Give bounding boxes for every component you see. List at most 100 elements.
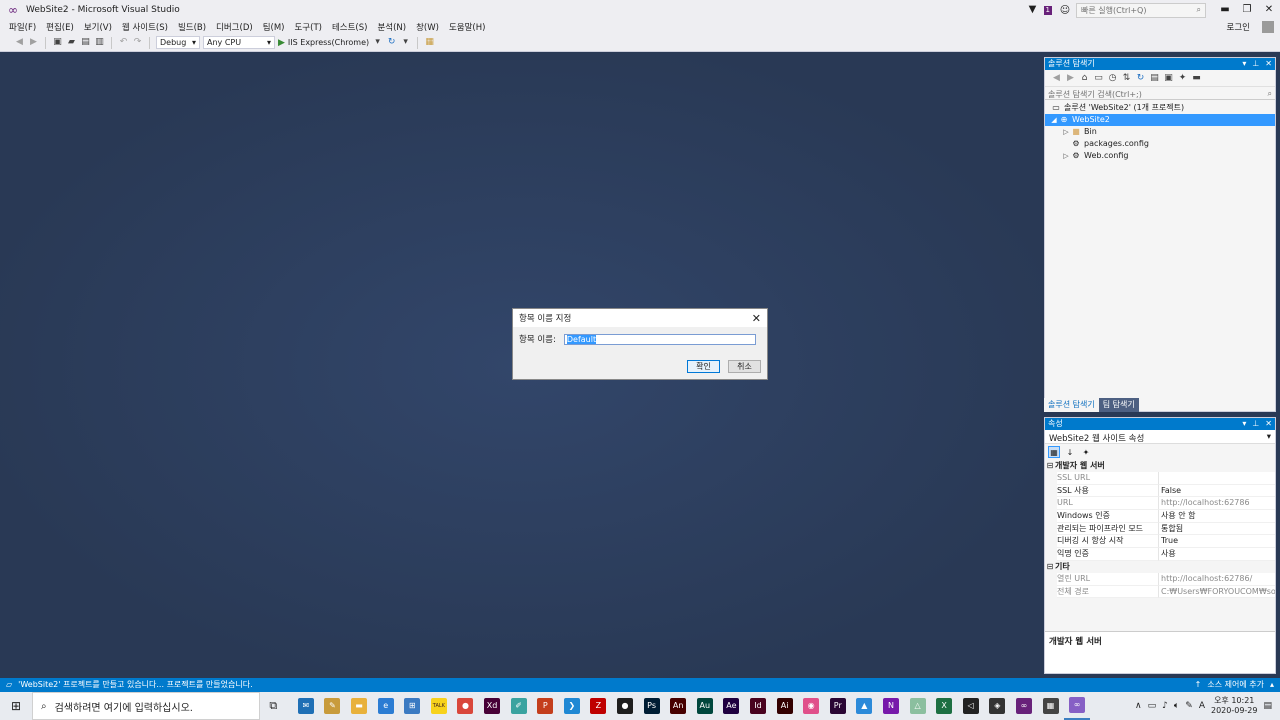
mail-app-icon[interactable]: ✉ [293,692,320,720]
collapse-category-icon[interactable]: ⊟ [1045,561,1055,573]
windows-start-icon[interactable]: ⊞ [0,692,32,720]
sign-in-link[interactable]: 로그인 [1227,21,1250,33]
restore-button[interactable]: ❐ [1236,0,1258,20]
forward-icon[interactable]: ▶ [28,37,39,48]
item-name-input[interactable]: Default [563,333,756,345]
property-category-dev-server[interactable]: ⊟ 개발자 웹 서버 [1045,460,1275,472]
menu-debug[interactable]: 디버그(D) [211,21,258,33]
new-project-icon[interactable]: ▣ [52,37,63,48]
notification-badge[interactable]: 1 [1043,5,1052,15]
comment-icon[interactable]: ▦ [424,37,435,48]
refresh-icon[interactable]: ↻ [1135,73,1146,84]
alphabetical-icon[interactable]: ↓ [1064,446,1076,458]
powerpoint-app-icon[interactable]: P [532,692,559,720]
premiere-app-icon[interactable]: Pr [824,692,851,720]
start-debugging-icon[interactable]: ▶ [278,38,285,48]
clock[interactable]: 오후 10:21 2020-09-29 [1211,696,1258,716]
browser-link-dropdown-icon[interactable]: ▾ [400,37,411,48]
property-value[interactable] [1159,472,1275,485]
properties-wrench-icon[interactable]: ✦ [1177,73,1188,84]
panel-menu-icon[interactable]: ▾ [1242,418,1246,430]
run-target-dropdown-icon[interactable]: ▾ [372,37,383,48]
home-icon[interactable]: ⌂ [1079,73,1090,84]
collapse-all-icon[interactable]: ▤ [1149,73,1160,84]
properties-object-selector[interactable]: WebSite2 웹 사이트 속성 ▾ [1045,430,1275,444]
refresh-icon[interactable]: ↻ [386,37,397,48]
onenote-app-icon[interactable]: N [878,692,905,720]
menu-team[interactable]: 팀(M) [258,21,290,33]
chevron-up-icon[interactable]: ▴ [1270,678,1274,692]
excel-app-icon[interactable]: X [931,692,958,720]
volume-icon[interactable]: 🔈︎ [1174,701,1179,711]
pen-icon[interactable]: ✎ [1185,701,1193,711]
microphone-icon[interactable]: ♪ [1162,701,1168,711]
property-value[interactable]: 통합됨 [1159,523,1275,536]
tab-solution-explorer[interactable]: 솔루션 탐색기 [1044,398,1099,412]
menu-tools[interactable]: 도구(T) [289,21,326,33]
azure-app-icon[interactable]: ▲ [851,692,878,720]
forward-icon[interactable]: ▶ [1065,73,1076,84]
explorer-app-icon[interactable]: ▬ [346,692,373,720]
action-center-icon[interactable]: ▤ [1263,701,1272,711]
vscode-app-icon[interactable]: ❯ [559,692,586,720]
menu-window[interactable]: 창(W) [411,21,444,33]
tree-item-bin[interactable]: ▷ ■ Bin [1045,126,1275,138]
cancel-button[interactable]: 취소 [728,360,761,373]
menu-edit[interactable]: 편집(E) [41,21,79,33]
tree-item-web-config[interactable]: ▷ ⚙ Web.config [1045,150,1275,162]
taskbar-search-input[interactable]: ⌕ 검색하려면 여기에 입력하십시오. [32,692,260,720]
sync-icon[interactable]: ⇅ [1121,73,1132,84]
configuration-dropdown[interactable]: Debug ▾ [156,36,200,49]
kakaotalk-app-icon[interactable]: TALK [426,692,453,720]
switch-views-icon[interactable]: ▭ [1093,73,1104,84]
property-row[interactable]: Windows 인증 사용 안 함 [1045,510,1275,523]
property-row[interactable]: 익명 인증 사용 [1045,548,1275,561]
pin-icon[interactable]: ⊥ [1252,418,1259,430]
tree-item-project[interactable]: ◢ ⊕ WebSite2 [1045,114,1275,126]
visualstudio-app-icon[interactable]: ∞ [1063,692,1091,720]
close-icon[interactable]: ✕ [1265,418,1272,430]
store-app-icon[interactable]: ⊞ [399,692,426,720]
quick-launch-input[interactable]: 빠른 실행(Ctrl+Q) ⌕ [1076,2,1206,18]
triangle-app-icon[interactable]: △ [904,692,931,720]
tree-item-packages-config[interactable]: ⚙ packages.config [1045,138,1275,150]
chrome-app-icon[interactable]: ● [452,692,479,720]
animate-app-icon[interactable]: An [665,692,692,720]
audition-app-icon[interactable]: Au [692,692,719,720]
property-value[interactable]: True [1159,535,1275,549]
platform-dropdown[interactable]: Any CPU ▾ [203,36,275,49]
categorized-icon[interactable]: ▦ [1048,446,1060,458]
tab-team-explorer[interactable]: 팀 탐색기 [1098,398,1139,412]
property-value[interactable]: http://localhost:62786 [1159,497,1275,511]
photoshop-app-icon[interactable]: Ps [638,692,665,720]
close-button[interactable]: ✕ [1258,0,1280,20]
property-row[interactable]: 디버깅 시 항상 시작 True [1045,535,1275,549]
collapse-category-icon[interactable]: ⊟ [1045,460,1055,472]
property-value[interactable]: C:₩Users₩FORYOUCOM₩source [1159,586,1275,599]
user-account-icon[interactable] [1262,21,1274,33]
property-category-misc[interactable]: ⊟ 기타 [1045,560,1275,573]
property-value[interactable]: 사용 안 함 [1159,510,1275,523]
property-row[interactable]: 전체 경로C:₩Users₩FORYOUCOM₩source [1045,585,1275,599]
menu-test[interactable]: 테스트(S) [327,21,373,33]
unity-app-icon[interactable]: ◁ [957,692,984,720]
calculator-app-icon[interactable]: ▦ [1037,692,1064,720]
task-view-icon[interactable]: ⧉ [260,692,287,720]
redo-icon[interactable]: ↷ [132,37,143,48]
tree-item-solution[interactable]: ▭ 솔루션 'WebSite2' (1개 프로젝트) [1045,102,1275,114]
aftereffects-app-icon[interactable]: Ae [718,692,745,720]
add-to-source-control-button[interactable]: 소스 제어에 추가 [1207,678,1264,692]
property-row[interactable]: 관리되는 파이프라인 모드 통합됨 [1045,522,1275,536]
filezilla-app-icon[interactable]: Z [585,692,612,720]
notes-app-icon[interactable]: ✐ [505,692,532,720]
expanded-arrow-icon[interactable]: ◢ [1049,114,1059,126]
indesign-app-icon[interactable]: Id [745,692,772,720]
property-row[interactable]: URL http://localhost:62786 [1045,497,1275,511]
property-row[interactable]: 열린 URL http://localhost:62786/ [1045,572,1275,586]
menu-view[interactable]: 보기(V) [79,21,117,33]
pending-changes-icon[interactable]: ◷ [1107,73,1118,84]
xd-app-icon[interactable]: Xd [479,692,506,720]
back-icon[interactable]: ◀ [14,37,25,48]
unity2-app-icon[interactable]: ◈ [984,692,1011,720]
minimize-button[interactable]: ▬ [1214,0,1236,20]
